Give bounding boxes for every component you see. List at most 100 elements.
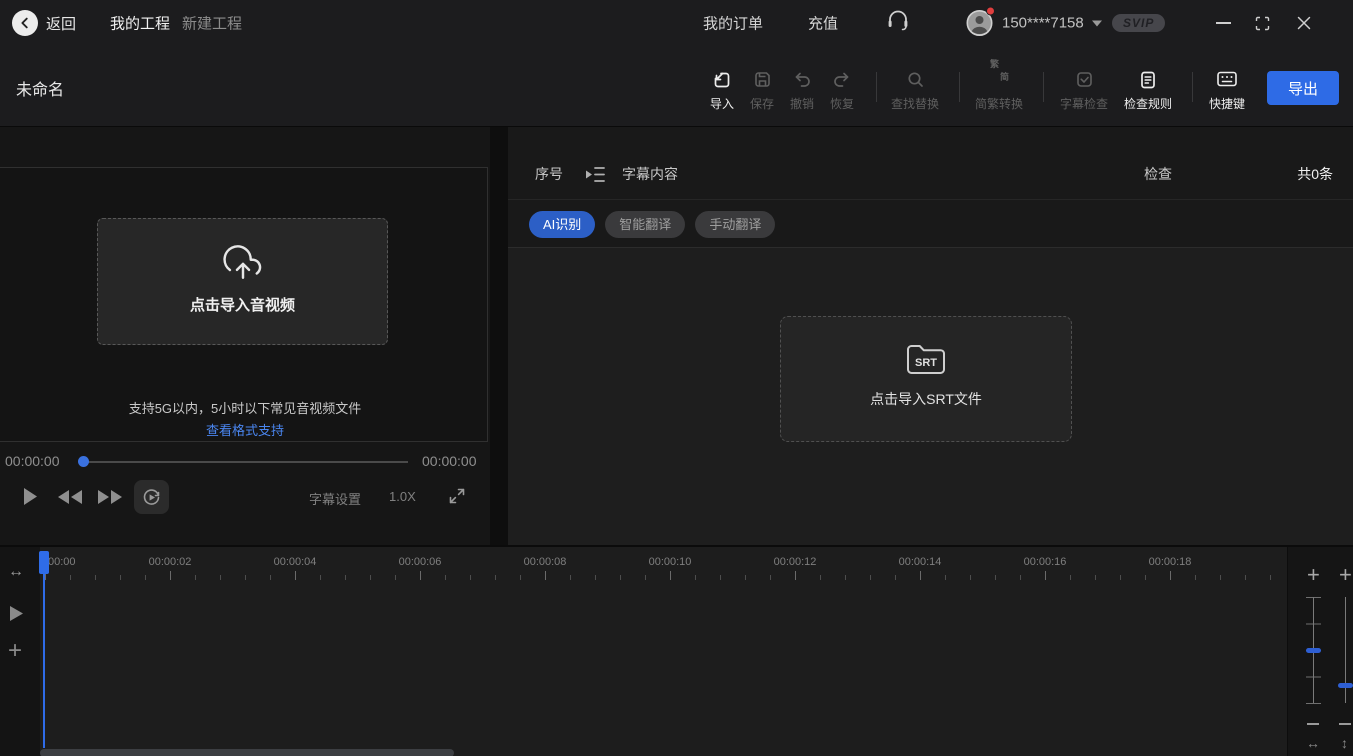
subtitle-count: 共0条 bbox=[1297, 164, 1333, 184]
ruler-tick bbox=[145, 575, 146, 580]
maximize-icon bbox=[1255, 16, 1270, 31]
ruler-tick bbox=[720, 575, 721, 580]
add-subtitle-button[interactable]: + bbox=[8, 639, 22, 663]
hzoom-plus-button[interactable]: + bbox=[1307, 563, 1320, 587]
import-srt-dropzone[interactable]: SRT 点击导入SRT文件 bbox=[780, 316, 1072, 442]
ruler-tick bbox=[970, 575, 971, 580]
redo-button[interactable]: 恢复 bbox=[810, 70, 874, 113]
loop-play-icon bbox=[141, 487, 162, 508]
ruler-tick bbox=[220, 575, 221, 580]
vzoom-slider-handle[interactable] bbox=[1338, 683, 1353, 688]
minimize-icon bbox=[1216, 22, 1231, 24]
speed-button[interactable]: 1.0X bbox=[389, 489, 416, 504]
nav-new-project[interactable]: 新建工程 bbox=[182, 13, 242, 34]
video-preview-area: 点击导入音视频 支持5G以内，5小时以下常见音视频文件 查看格式支持 bbox=[0, 167, 488, 442]
ruler-tick bbox=[770, 575, 771, 580]
cloud-upload-icon bbox=[98, 245, 387, 286]
ruler-tick bbox=[520, 575, 521, 580]
nav-my-orders[interactable]: 我的订单 bbox=[703, 13, 763, 34]
vzoom-arrows-icon: ↕ bbox=[1341, 735, 1348, 751]
timeline-scrollbar[interactable] bbox=[40, 749, 454, 756]
ruler-tick bbox=[1145, 575, 1146, 580]
rewind-button[interactable] bbox=[57, 489, 83, 510]
minimize-button[interactable] bbox=[1208, 8, 1238, 38]
seek-thumb[interactable] bbox=[78, 456, 89, 467]
support-text: 支持5G以内，5小时以下常见音视频文件 bbox=[0, 398, 490, 417]
tab-ai-recognition[interactable]: AI识别 bbox=[529, 211, 595, 238]
loop-play-button[interactable] bbox=[134, 480, 169, 514]
seek-track[interactable] bbox=[83, 461, 408, 463]
playlist-icon[interactable] bbox=[585, 166, 606, 186]
column-content-label: 字幕内容 bbox=[622, 164, 678, 184]
avatar[interactable] bbox=[966, 10, 993, 37]
account-dropdown[interactable]: 150****7158 bbox=[1002, 15, 1102, 32]
ruler-tick bbox=[745, 575, 746, 580]
ruler-tick bbox=[1045, 571, 1046, 580]
play-button[interactable] bbox=[22, 487, 38, 511]
export-button[interactable]: 导出 bbox=[1267, 71, 1339, 105]
tab-manual-translate[interactable]: 手动翻译 bbox=[695, 211, 775, 238]
topbar: 返回 我的工程 新建工程 我的订单 充值 150****7158 S bbox=[0, 0, 1353, 46]
headset-icon[interactable] bbox=[886, 10, 910, 37]
import-media-dropzone[interactable]: 点击导入音视频 bbox=[97, 218, 388, 345]
toolbar: 未命名 导入 保存 撤销 恢复 bbox=[0, 46, 1353, 127]
ruler-tick bbox=[370, 575, 371, 580]
seek-row: 00:00:00 00:00:00 bbox=[0, 453, 490, 471]
back-button[interactable]: 返回 bbox=[12, 10, 76, 36]
ruler-tick bbox=[570, 575, 571, 580]
nav-my-projects[interactable]: 我的工程 bbox=[110, 13, 170, 34]
format-support-link[interactable]: 查看格式支持 bbox=[0, 420, 490, 439]
import-srt-label: 点击导入SRT文件 bbox=[781, 389, 1071, 409]
app-window: 返回 我的工程 新建工程 我的订单 充值 150****7158 S bbox=[0, 0, 1353, 756]
srt-folder-icon: SRT bbox=[781, 343, 1071, 381]
ruler-tick bbox=[345, 575, 346, 580]
subtitle-header: 序号 字幕内容 检查 共0条 bbox=[508, 127, 1353, 199]
playhead-handle[interactable] bbox=[39, 551, 49, 574]
ruler-tick bbox=[95, 575, 96, 580]
ruler-tick bbox=[845, 575, 846, 580]
ruler-tick bbox=[545, 571, 546, 580]
ruler-tick bbox=[1245, 575, 1246, 580]
fullscreen-icon[interactable] bbox=[448, 487, 466, 510]
subtitle-settings-button[interactable]: 字幕设置 bbox=[309, 489, 361, 508]
maximize-button[interactable] bbox=[1247, 8, 1277, 38]
tab-smart-translate[interactable]: 智能翻译 bbox=[605, 211, 685, 238]
check-rules-button[interactable]: 检查规则 bbox=[1116, 70, 1180, 113]
hzoom-minus-button[interactable] bbox=[1307, 723, 1319, 725]
timeline-ruler[interactable]: 00:0000:00:0200:00:0400:00:0600:00:0800:… bbox=[0, 547, 1287, 585]
svip-badge[interactable]: SVIP bbox=[1112, 14, 1165, 32]
shortcuts-button[interactable]: 快捷键 bbox=[1195, 70, 1259, 113]
ruler-tick bbox=[595, 575, 596, 580]
jianfan-convert-button[interactable]: 简繁 简繁转换 bbox=[967, 70, 1031, 113]
ruler-tick bbox=[1220, 575, 1221, 580]
keyboard-icon bbox=[1195, 70, 1259, 92]
redo-icon bbox=[810, 70, 874, 92]
rules-document-icon bbox=[1116, 70, 1180, 92]
ruler-label: 00:00:18 bbox=[1149, 556, 1192, 568]
ruler-tick bbox=[245, 575, 246, 580]
subtitle-list-area: SRT 点击导入SRT文件 bbox=[508, 248, 1353, 545]
ruler-tick bbox=[170, 571, 171, 580]
ruler-tick bbox=[1120, 575, 1121, 580]
ruler-label: 00:00:16 bbox=[1024, 556, 1067, 568]
fast-forward-button[interactable] bbox=[97, 489, 123, 510]
subtitle-check-button[interactable]: 字幕检查 bbox=[1052, 70, 1116, 113]
ruler-tick bbox=[645, 575, 646, 580]
vzoom-minus-button[interactable] bbox=[1339, 723, 1351, 725]
ruler-label: 00:00:02 bbox=[149, 556, 192, 568]
find-replace-button[interactable]: 查找替换 bbox=[883, 70, 947, 113]
hzoom-slider-handle[interactable] bbox=[1306, 648, 1321, 653]
nav-recharge[interactable]: 充值 bbox=[808, 13, 838, 34]
toolbar-divider bbox=[876, 72, 877, 102]
ruler-label: 00:00:06 bbox=[399, 556, 442, 568]
close-button[interactable] bbox=[1289, 8, 1319, 38]
vzoom-plus-button[interactable]: + bbox=[1339, 563, 1352, 587]
timeline-play-button[interactable] bbox=[9, 605, 24, 627]
timeline-zoom-controls: + ↔ + ↕ bbox=[1287, 547, 1353, 756]
chevron-down-icon bbox=[1092, 20, 1102, 26]
check-button[interactable]: 检查 bbox=[1144, 164, 1172, 184]
subtitle-check-icon bbox=[1052, 70, 1116, 92]
ruler-tick bbox=[795, 571, 796, 580]
current-time: 00:00:00 bbox=[5, 453, 60, 469]
ruler-tick bbox=[895, 575, 896, 580]
